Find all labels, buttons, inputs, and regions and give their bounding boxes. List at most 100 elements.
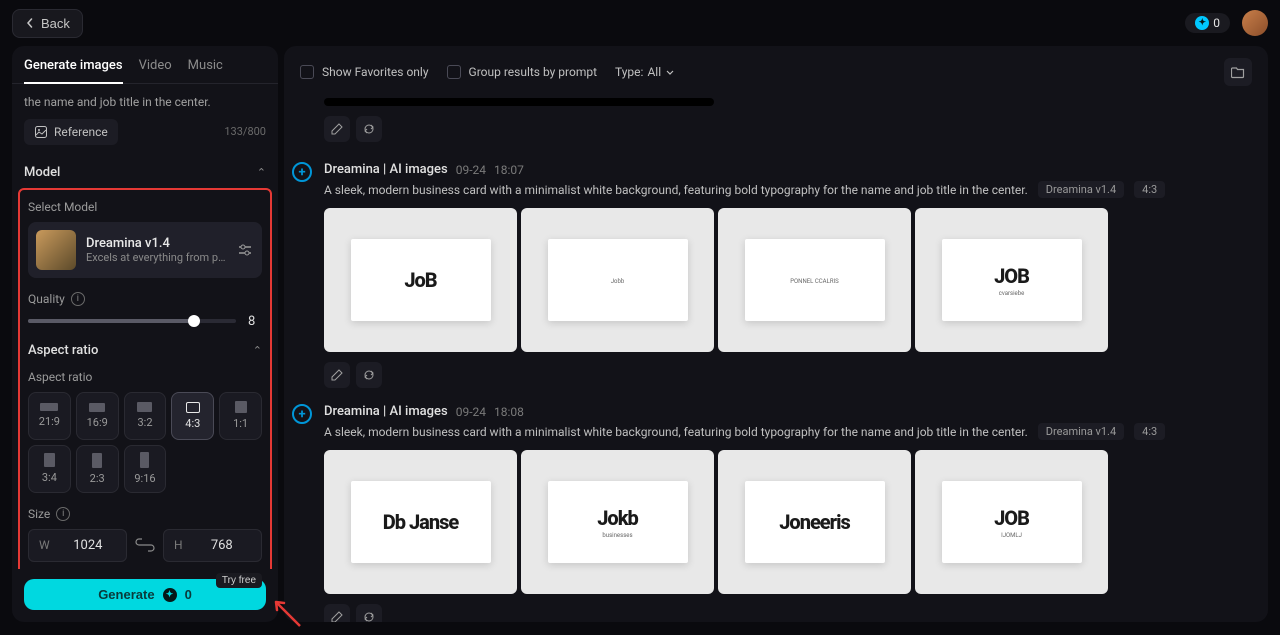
edit-button[interactable] [324,604,350,622]
aspect-label: 16:9 [87,416,108,429]
aspect-label: 4:3 [185,417,200,430]
regenerate-button[interactable] [356,362,382,388]
tab-video[interactable]: Video [139,58,172,83]
type-value: All [647,65,661,79]
tab-music[interactable]: Music [188,58,223,83]
info-icon[interactable]: i [56,507,70,521]
regenerate-button[interactable] [356,604,382,622]
model-selector[interactable]: Dreamina v1.4 Excels at everything from … [28,222,262,278]
generate-label: Generate [98,587,154,602]
result-group: + Dreamina | AI images 09-24 18:07A slee… [324,162,1252,388]
quality-value: 8 [248,314,262,329]
width-value: 1024 [60,538,116,553]
generator-name: Dreamina | AI images [324,404,448,419]
aspect-label: 3:2 [137,416,152,429]
reference-label: Reference [54,125,108,139]
favorites-label: Show Favorites only [322,65,429,79]
back-label: Back [41,16,70,31]
chevron-down-icon [665,67,675,77]
aspect-21-9[interactable]: 21:9 [28,392,71,440]
quality-slider[interactable] [28,319,236,323]
result-image[interactable]: Jobb [521,208,714,352]
height-input[interactable]: H 768 [163,529,262,562]
type-label: Type: [615,65,643,79]
model-desc: Excels at everything from photoreali... [86,251,226,264]
model-thumbnail [36,230,76,270]
tune-icon [236,241,254,259]
result-group: + Dreamina | AI images 09-24 18:08A slee… [324,404,1252,622]
result-image[interactable]: JOBIJOMLJ [915,450,1108,594]
prompt-box: the name and job title in the center. Re… [24,94,266,145]
generator-name: Dreamina | AI images [324,162,448,177]
result-image[interactable]: PONNEL CCALRIS [718,208,911,352]
regenerate-button[interactable] [356,116,382,142]
favorites-checkbox[interactable] [300,65,314,79]
result-image[interactable]: JoB [324,208,517,352]
aspect-section-head[interactable]: Aspect ratio ⌃ [28,335,262,366]
aspect-3-2[interactable]: 3:2 [124,392,167,440]
model-chip: Dreamina v1.4 [1038,181,1124,198]
previous-prompt-bar [324,98,714,106]
edit-button[interactable] [324,116,350,142]
credits-value: 0 [1213,16,1220,30]
aspect-section-title: Aspect ratio [28,343,98,358]
gen-time: 18:07 [494,163,524,177]
type-filter[interactable]: Type: All [615,65,675,79]
quality-label: Quality [28,292,65,306]
model-section-head[interactable]: Model ⌃ [24,157,266,188]
aspect-label: 9:16 [134,472,155,485]
avatar[interactable] [1242,10,1268,36]
result-image[interactable]: Joneeris [718,450,911,594]
sidebar: Generate images Video Music the name and… [12,46,278,622]
group-checkbox[interactable] [447,65,461,79]
chevron-up-icon: ⌃ [257,166,266,179]
height-label: H [174,538,183,552]
back-button[interactable]: Back [12,9,83,38]
tab-generate-images[interactable]: Generate images [24,58,123,83]
model-chip: Dreamina v1.4 [1038,423,1124,440]
select-model-label: Select Model [28,200,262,214]
aspect-9-16[interactable]: 9:16 [124,445,167,493]
generate-cost: 0 [185,587,192,602]
group-label: Group results by prompt [469,65,597,79]
gen-time: 18:08 [494,405,524,419]
width-label: W [39,538,50,552]
aspect-1-1[interactable]: 1:1 [219,392,262,440]
gen-date: 09-24 [456,163,486,177]
model-name: Dreamina v1.4 [86,236,226,251]
credit-icon: ✦ [1195,16,1209,30]
prompt-preview[interactable]: the name and job title in the center. [24,94,266,111]
aspect-label: 3:4 [42,471,57,484]
expand-button[interactable]: + [292,404,312,424]
aspect-4-3[interactable]: 4:3 [171,392,214,440]
aspect-label: 2:3 [90,472,105,485]
char-count: 133/800 [224,125,266,138]
result-image[interactable]: Db Janse [324,450,517,594]
folder-icon [1231,65,1245,79]
result-prompt-text: A sleek, modern business card with a min… [324,425,1028,439]
aspect-3-4[interactable]: 3:4 [28,445,71,493]
info-icon[interactable]: i [71,292,85,306]
chevron-left-icon [25,18,35,28]
generate-button[interactable]: Try free Generate ✦ 0 [24,579,266,610]
width-input[interactable]: W 1024 [28,529,127,562]
result-image[interactable]: Jokbbusinesses [521,450,714,594]
ratio-chip: 4:3 [1134,181,1165,198]
credits-badge[interactable]: ✦ 0 [1185,13,1230,33]
aspect-label: 1:1 [233,417,248,430]
link-icon[interactable] [135,538,155,552]
reference-icon [34,125,48,139]
highlight-box: Select Model Dreamina v1.4 Excels at eve… [18,188,272,569]
edit-button[interactable] [324,362,350,388]
reference-button[interactable]: Reference [24,119,118,145]
result-image[interactable]: JOBcvarsiebe [915,208,1108,352]
aspect-label: Aspect ratio [28,370,262,384]
chevron-up-icon: ⌃ [253,344,262,357]
height-value: 768 [193,538,251,553]
try-free-badge: Try free [216,573,262,588]
expand-button[interactable]: + [292,162,312,182]
aspect-2-3[interactable]: 2:3 [76,445,119,493]
gen-date: 09-24 [456,405,486,419]
save-button[interactable] [1224,58,1252,86]
aspect-16-9[interactable]: 16:9 [76,392,119,440]
